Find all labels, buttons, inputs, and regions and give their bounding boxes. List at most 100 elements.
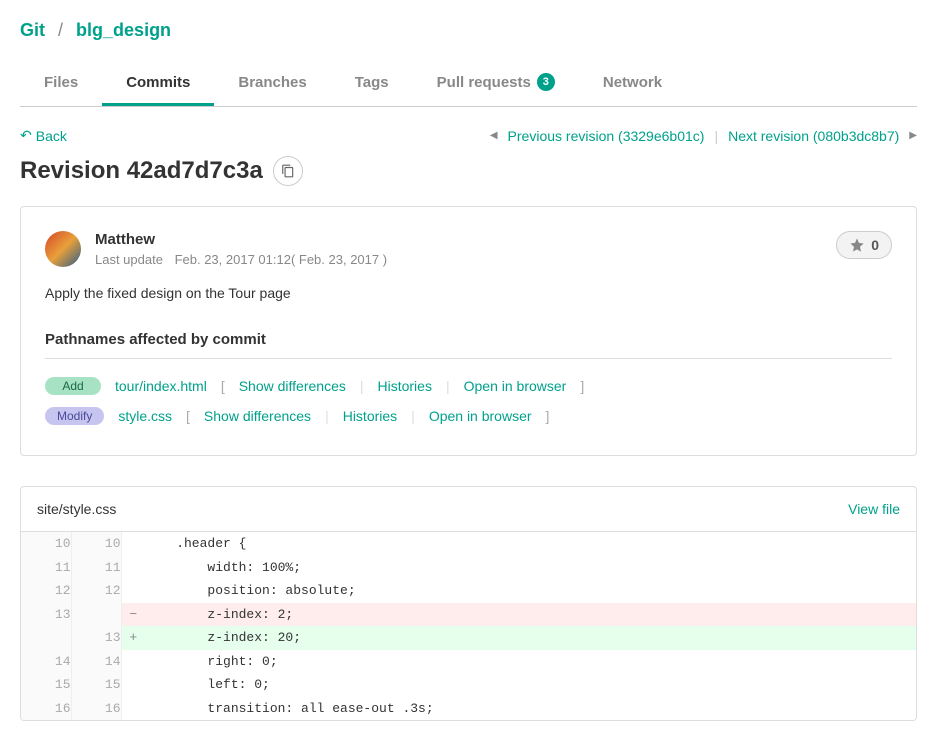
diff-sign: [121, 673, 145, 697]
diff-code: z-index: 2;: [145, 603, 916, 627]
diff-line: 1212 position: absolute;: [21, 579, 916, 603]
diff-line: 1414 right: 0;: [21, 650, 916, 674]
diff-sign: [121, 697, 145, 721]
diff-card: site/style.css View file 1010 .header {1…: [20, 486, 917, 721]
new-line-number: 10: [71, 532, 121, 556]
action-sep: |: [446, 378, 450, 394]
diff-code: z-index: 20;: [145, 626, 916, 650]
old-line-number: [21, 626, 71, 650]
clipboard-icon: [281, 164, 295, 178]
prev-revision-link[interactable]: Previous revision (3329e6b01c): [508, 128, 705, 144]
diff-sign: −: [121, 603, 145, 627]
revision-nav: ◀ Previous revision (3329e6b01c) | Next …: [490, 128, 917, 144]
old-line-number: 16: [21, 697, 71, 721]
diff-line: 13+ z-index: 20;: [21, 626, 916, 650]
pathname-row: Add tour/index.html [ Show differences | Hist…: [45, 371, 892, 401]
diff-code: right: 0;: [145, 650, 916, 674]
pathnames-list: Add tour/index.html [ Show differences | Hist…: [45, 371, 892, 431]
pathname-row: Modify style.css [ Show differences | Histori…: [45, 401, 892, 431]
new-line-number: 12: [71, 579, 121, 603]
new-line-number: 16: [71, 697, 121, 721]
show-differences-link[interactable]: Show differences: [204, 408, 311, 424]
pathnames-title: Pathnames affected by commit: [45, 331, 892, 359]
tab-tags[interactable]: Tags: [331, 61, 413, 106]
diff-sign: [121, 579, 145, 603]
back-link[interactable]: ↶ Back: [20, 127, 67, 144]
commit-card: 0 Matthew Last update Feb. 23, 2017 01:1…: [20, 206, 917, 456]
bracket-close: ]: [546, 408, 550, 424]
view-file-link[interactable]: View file: [848, 501, 900, 517]
page-title-text: Revision 42ad7d7c3a: [20, 157, 263, 185]
diff-code: .header {: [145, 532, 916, 556]
repo-tabs: Files Commits Branches Tags Pull request…: [20, 61, 917, 107]
back-label: Back: [36, 128, 67, 144]
tab-pull-requests[interactable]: Pull requests 3: [413, 61, 579, 106]
triangle-right-icon: ▶: [909, 130, 917, 141]
new-line-number: 13: [71, 626, 121, 650]
last-update-label: Last update: [95, 252, 163, 267]
tab-pull-requests-label: Pull requests: [437, 74, 531, 91]
revision-nav-sep: |: [714, 128, 718, 144]
bracket-open: [: [221, 378, 225, 394]
histories-link[interactable]: Histories: [343, 408, 397, 424]
tab-network[interactable]: Network: [579, 61, 686, 106]
diff-table: 1010 .header {1111 width: 100%;1212 posi…: [21, 532, 916, 720]
diff-sign: [121, 556, 145, 580]
breadcrumb-sep: /: [58, 20, 63, 40]
diff-sign: [121, 532, 145, 556]
change-type-tag: Modify: [45, 407, 104, 425]
diff-code: width: 100%;: [145, 556, 916, 580]
action-sep: |: [360, 378, 364, 394]
open-in-browser-link[interactable]: Open in browser: [429, 408, 532, 424]
new-line-number: 11: [71, 556, 121, 580]
action-sep: |: [325, 408, 329, 424]
tab-commits[interactable]: Commits: [102, 61, 214, 106]
next-revision-link[interactable]: Next revision (080b3dc8b7): [728, 128, 899, 144]
diff-code: transition: all ease-out .3s;: [145, 697, 916, 721]
show-differences-link[interactable]: Show differences: [239, 378, 346, 394]
tab-files[interactable]: Files: [20, 61, 102, 106]
old-line-number: 13: [21, 603, 71, 627]
breadcrumb-repo[interactable]: blg_design: [76, 20, 171, 40]
bracket-close: ]: [580, 378, 584, 394]
file-link[interactable]: style.css: [118, 408, 172, 424]
diff-filepath: site/style.css: [37, 501, 116, 517]
diff-code: left: 0;: [145, 673, 916, 697]
commit-date: Feb. 23, 2017 01:12( Feb. 23, 2017 ): [175, 252, 387, 267]
star-icon: [849, 237, 865, 253]
action-sep: |: [411, 408, 415, 424]
open-in-browser-link[interactable]: Open in browser: [464, 378, 567, 394]
commit-message: Apply the fixed design on the Tour page: [45, 285, 892, 301]
star-count: 0: [871, 237, 879, 253]
old-line-number: 14: [21, 650, 71, 674]
diff-line: 1010 .header {: [21, 532, 916, 556]
triangle-left-icon: ◀: [490, 130, 498, 141]
new-line-number: [71, 603, 121, 627]
revision-subnav: ↶ Back ◀ Previous revision (3329e6b01c) …: [20, 127, 917, 144]
commit-header: Matthew Last update Feb. 23, 2017 01:12(…: [45, 231, 892, 267]
author-name: Matthew: [95, 231, 387, 248]
diff-line: 1616 transition: all ease-out .3s;: [21, 697, 916, 721]
new-line-number: 14: [71, 650, 121, 674]
page-title: Revision 42ad7d7c3a: [20, 156, 917, 186]
old-line-number: 11: [21, 556, 71, 580]
star-button[interactable]: 0: [836, 231, 892, 259]
bracket-open: [: [186, 408, 190, 424]
diff-sign: +: [121, 626, 145, 650]
diff-header: site/style.css View file: [21, 487, 916, 532]
diff-line: 1111 width: 100%;: [21, 556, 916, 580]
old-line-number: 12: [21, 579, 71, 603]
tab-branches[interactable]: Branches: [214, 61, 330, 106]
new-line-number: 15: [71, 673, 121, 697]
breadcrumb: Git / blg_design: [20, 20, 917, 41]
change-type-tag: Add: [45, 377, 101, 395]
back-arrow-icon: ↶: [20, 127, 32, 144]
breadcrumb-root[interactable]: Git: [20, 20, 45, 40]
file-link[interactable]: tour/index.html: [115, 378, 207, 394]
diff-sign: [121, 650, 145, 674]
diff-line: 13 − z-index: 2;: [21, 603, 916, 627]
histories-link[interactable]: Histories: [378, 378, 432, 394]
avatar: [45, 231, 81, 267]
diff-code: position: absolute;: [145, 579, 916, 603]
copy-revision-button[interactable]: [273, 156, 303, 186]
